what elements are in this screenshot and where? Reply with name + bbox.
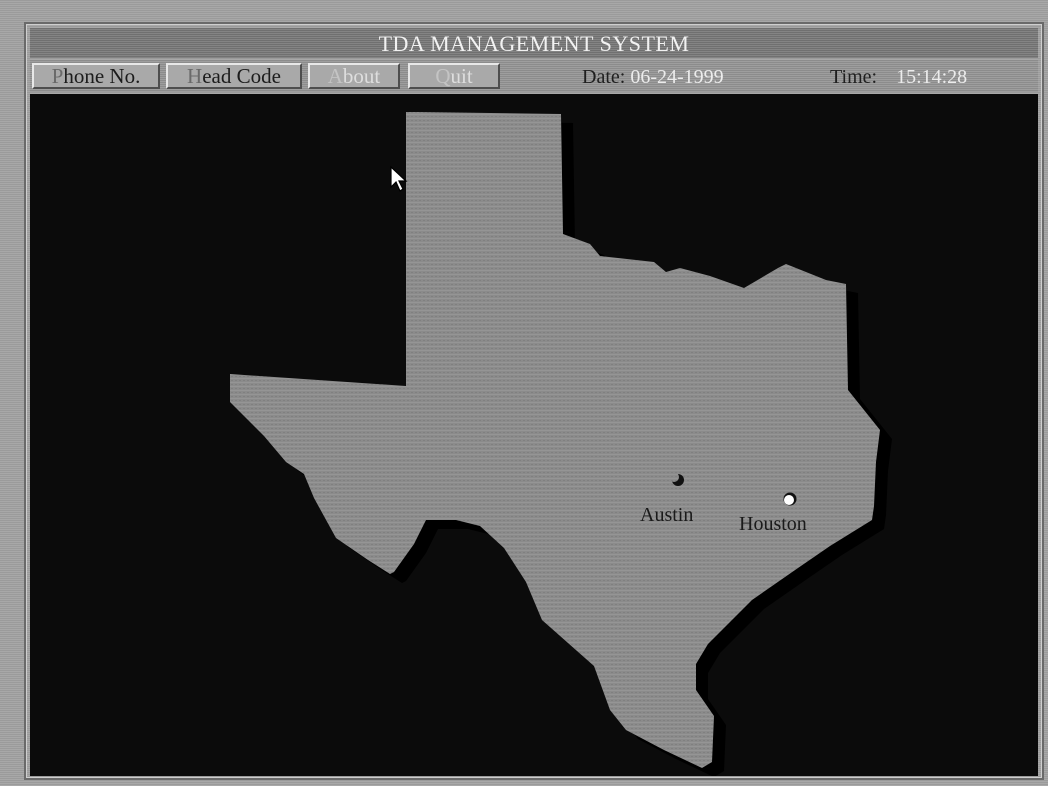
austin-marker-cut xyxy=(669,472,679,482)
menu-bar: Phone No. Head Code About Quit Date: 06-… xyxy=(30,60,1038,92)
head-code-label: ead Code xyxy=(202,64,281,88)
phone-no-button[interactable]: Phone No. xyxy=(32,63,160,89)
about-hotkey: A xyxy=(327,64,343,88)
date-label: Date: xyxy=(582,66,626,88)
time-display: Time: 15:14:28 xyxy=(830,64,967,90)
quit-hotkey: Q xyxy=(435,64,451,88)
title-bar: TDA MANAGEMENT SYSTEM xyxy=(30,28,1038,58)
mouse-cursor-icon xyxy=(390,165,408,192)
head-code-hotkey: H xyxy=(187,64,203,88)
about-label: bout xyxy=(342,64,381,88)
head-code-button[interactable]: Head Code xyxy=(166,63,302,89)
date-display: Date: 06-24-1999 xyxy=(582,64,724,90)
quit-label: uit xyxy=(450,64,473,88)
date-value: 06-24-1999 xyxy=(630,66,724,88)
map-pane[interactable]: Austin Houston xyxy=(30,94,1038,776)
quit-button[interactable]: Quit xyxy=(408,63,500,89)
austin-label: Austin xyxy=(640,504,693,526)
time-label: Time: xyxy=(830,66,878,88)
phone-no-hotkey: P xyxy=(51,64,64,88)
houston-marker[interactable] xyxy=(783,492,797,506)
houston-marker-dot xyxy=(784,495,794,505)
app-window: TDA MANAGEMENT SYSTEM Phone No. Head Cod… xyxy=(0,0,1048,786)
about-button[interactable]: About xyxy=(308,63,400,89)
texas-map[interactable]: Austin Houston xyxy=(30,94,1038,776)
time-value: 15:14:28 xyxy=(896,66,968,88)
texas-landmass xyxy=(230,112,880,768)
phone-no-label: hone No. xyxy=(63,64,141,88)
window-title: TDA MANAGEMENT SYSTEM xyxy=(378,31,690,56)
houston-label: Houston xyxy=(739,513,807,535)
